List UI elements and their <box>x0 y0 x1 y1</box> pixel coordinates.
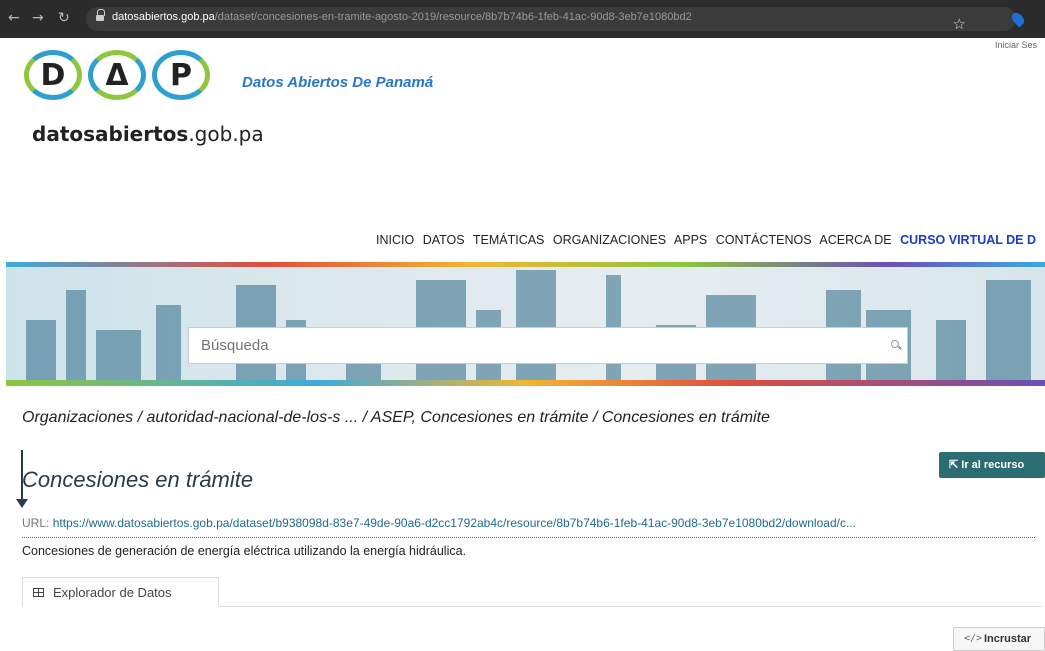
bookmark-star-icon[interactable]: ☆ <box>953 15 966 33</box>
url-host: datosabiertos.gob.pa <box>112 11 215 23</box>
resource-description: Concesiones de generación de energía elé… <box>22 544 467 558</box>
tab-explorador-datos[interactable]: Explorador de Datos <box>22 577 219 607</box>
resource-url-link[interactable]: https://www.datosabiertos.gob.pa/dataset… <box>53 516 856 530</box>
breadcrumb[interactable]: Organizaciones / autoridad-nacional-de-l… <box>22 409 770 427</box>
back-arrow-icon[interactable]: ← <box>8 10 20 26</box>
url-path: /dataset/concesiones-en-tramite-agosto-2… <box>214 11 692 23</box>
browser-toolbar: ← → ↻ datosabiertos.gob.pa/dataset/conce… <box>0 0 1045 38</box>
goto-resource-label: Ir al recurso <box>961 459 1025 471</box>
logo-letter-delta: Δ <box>88 50 146 100</box>
forward-arrow-icon[interactable]: → <box>32 10 44 26</box>
url-label: URL: <box>22 516 50 530</box>
site-logo[interactable]: D Δ P datosabiertos.gob.pa <box>22 44 264 146</box>
logo-letter-p: P <box>152 50 210 100</box>
nav-item-contactenos[interactable]: CONTÁCTENOS <box>716 233 812 247</box>
nav-item-tematicas[interactable]: TEMÁTICAS <box>473 233 545 247</box>
external-link-icon: ⇱ <box>949 459 962 471</box>
tab-label: Explorador de Datos <box>53 585 172 600</box>
reload-icon[interactable]: ↻ <box>58 10 70 26</box>
site-tagline: Datos Abiertos De Panamá <box>242 74 434 91</box>
logo-letter-d: D <box>24 50 82 100</box>
annotation-underline <box>22 537 1035 539</box>
address-bar[interactable]: datosabiertos.gob.pa/dataset/concesiones… <box>86 7 1016 33</box>
lock-icon <box>96 9 105 22</box>
search-icon[interactable] <box>891 340 899 348</box>
nav-item-acerca[interactable]: ACERCA DE <box>819 233 891 247</box>
page-title: Concesiones en trámite <box>22 467 254 492</box>
banner-top-stripe <box>6 262 1045 267</box>
nav-item-datos[interactable]: DATOS <box>423 233 465 247</box>
banner-bottom-stripe <box>6 380 1045 386</box>
logo-domain: datosabiertos.gob.pa <box>32 122 264 146</box>
resource-url-line: URL: https://www.datosabiertos.gob.pa/da… <box>22 516 1042 530</box>
nav-item-curso-virtual[interactable]: CURSO VIRTUAL DE D <box>900 233 1036 247</box>
nav-item-apps[interactable]: APPS <box>674 233 707 247</box>
embed-button[interactable]: </> Incrustar <box>953 627 1045 651</box>
table-icon <box>33 588 44 597</box>
embed-label: Incrustar <box>984 633 1032 645</box>
main-nav: INICIO DATOS TEMÁTICAS ORGANIZACIONES AP… <box>376 233 1041 247</box>
nav-item-organizaciones[interactable]: ORGANIZACIONES <box>553 233 666 247</box>
goto-resource-button[interactable]: ⇱ Ir al recurso <box>939 452 1045 478</box>
login-link[interactable]: Iniciar Ses <box>995 40 1045 50</box>
search-box <box>188 327 908 364</box>
search-input[interactable] <box>189 328 869 363</box>
nav-item-inicio[interactable]: INICIO <box>376 233 414 247</box>
city-banner <box>6 262 1045 386</box>
code-icon: </> <box>964 633 983 644</box>
